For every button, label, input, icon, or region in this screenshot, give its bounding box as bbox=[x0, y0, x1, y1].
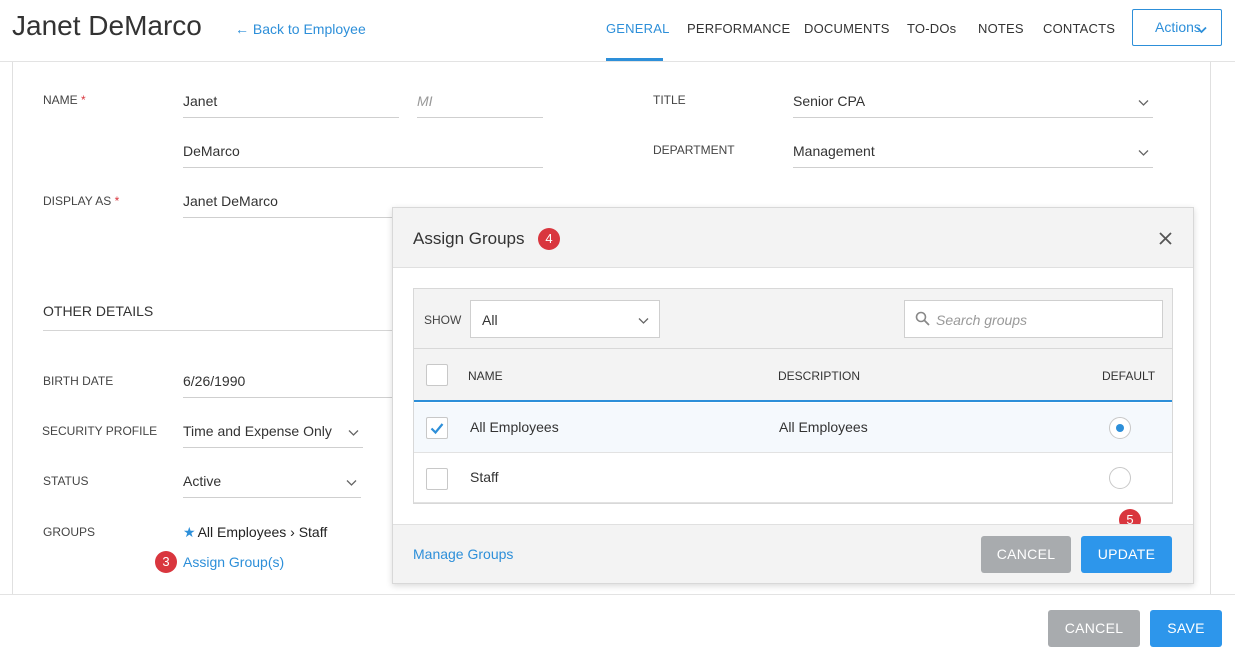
step-marker-4: 4 bbox=[538, 228, 560, 250]
show-filter-value: All bbox=[482, 312, 498, 328]
search-placeholder: Search groups bbox=[936, 312, 1028, 328]
groups-table-container: SHOW All Search groups NAME DESCRIPTION … bbox=[413, 288, 1173, 504]
tab-performance[interactable]: PERFORMANCE bbox=[687, 21, 790, 36]
close-icon[interactable] bbox=[1159, 228, 1172, 251]
assign-groups-link[interactable]: Assign Group(s) bbox=[183, 554, 284, 570]
back-to-employee-link[interactable]: ← Back to Employee bbox=[235, 21, 366, 37]
checkmark-icon bbox=[430, 423, 444, 435]
row-description: All Employees bbox=[779, 419, 868, 435]
select-all-checkbox[interactable] bbox=[426, 364, 448, 386]
middle-initial-field[interactable]: MI bbox=[417, 84, 543, 118]
department-label: DEPARTMENT bbox=[653, 143, 735, 157]
row-name: Staff bbox=[470, 469, 499, 485]
assign-groups-modal: Assign Groups 4 SHOW All Search groups N… bbox=[392, 207, 1194, 584]
tab-todos[interactable]: TO-DOs bbox=[907, 21, 956, 36]
birth-date-field[interactable]: 6/26/1990 bbox=[183, 364, 393, 398]
show-filter-select[interactable]: All bbox=[470, 300, 660, 338]
tab-documents[interactable]: DOCUMENTS bbox=[804, 21, 890, 36]
table-row[interactable]: Staff bbox=[414, 453, 1172, 503]
modal-header: Assign Groups 4 bbox=[393, 208, 1193, 268]
table-row[interactable]: All Employees All Employees bbox=[414, 403, 1172, 453]
groups-label: GROUPS bbox=[43, 525, 96, 539]
last-name-field[interactable]: DeMarco bbox=[183, 134, 543, 168]
row-name: All Employees bbox=[470, 419, 559, 435]
tab-contacts[interactable]: CONTACTS bbox=[1043, 21, 1115, 36]
back-link-label: Back to Employee bbox=[252, 21, 366, 37]
name-label: NAME * bbox=[43, 93, 86, 107]
table-header: NAME DESCRIPTION DEFAULT bbox=[414, 349, 1172, 402]
chevron-down-icon bbox=[1196, 21, 1207, 37]
birth-date-label: BIRTH DATE bbox=[43, 374, 114, 388]
modal-title: Assign Groups bbox=[413, 229, 525, 248]
chevron-down-icon bbox=[638, 312, 649, 328]
cancel-button[interactable]: CANCEL bbox=[1048, 610, 1140, 647]
security-profile-label: SECURITY PROFILE bbox=[42, 424, 158, 438]
display-as-field[interactable]: Janet DeMarco bbox=[183, 184, 393, 218]
title-select[interactable]: Senior CPA bbox=[793, 84, 1153, 118]
chevron-down-icon bbox=[1138, 144, 1149, 160]
display-as-label: DISPLAY AS * bbox=[43, 194, 120, 208]
search-icon bbox=[915, 311, 930, 329]
chevron-down-icon bbox=[1138, 94, 1149, 110]
search-groups-input[interactable]: Search groups bbox=[904, 300, 1163, 338]
show-label: SHOW bbox=[424, 313, 462, 327]
security-profile-select[interactable]: Time and Expense Only bbox=[183, 414, 363, 448]
actions-button[interactable]: Actions bbox=[1132, 9, 1222, 46]
column-header-name: NAME bbox=[468, 369, 503, 383]
default-radio[interactable] bbox=[1109, 467, 1131, 489]
department-select[interactable]: Management bbox=[793, 134, 1153, 168]
chevron-down-icon bbox=[348, 424, 359, 440]
tab-general[interactable]: GENERAL bbox=[606, 21, 670, 36]
page-title: Janet DeMarco bbox=[12, 10, 202, 41]
title-label: TITLE bbox=[653, 93, 686, 107]
row-checkbox[interactable] bbox=[426, 417, 448, 439]
column-header-default: DEFAULT bbox=[1102, 369, 1156, 383]
active-tab-indicator bbox=[606, 58, 663, 61]
step-marker-3: 3 bbox=[155, 551, 177, 573]
top-bar: Janet DeMarco ← Back to Employee GENERAL… bbox=[0, 0, 1235, 62]
security-profile-value: Time and Expense Only bbox=[183, 423, 332, 439]
status-select[interactable]: Active bbox=[183, 464, 361, 498]
groups-text: All Employees › Staff bbox=[197, 524, 328, 540]
title-value: Senior CPA bbox=[793, 93, 866, 109]
manage-groups-link[interactable]: Manage Groups bbox=[413, 546, 513, 562]
row-checkbox[interactable] bbox=[426, 468, 448, 490]
radio-selected-dot bbox=[1116, 424, 1124, 432]
back-arrow-icon: ← bbox=[235, 21, 249, 37]
groups-value: ★ All Employees › Staff bbox=[183, 524, 327, 541]
default-radio[interactable] bbox=[1109, 417, 1131, 439]
modal-footer: Manage Groups CANCEL UPDATE bbox=[393, 524, 1193, 583]
actions-label: Actions bbox=[1155, 19, 1201, 35]
save-button[interactable]: SAVE bbox=[1150, 610, 1222, 647]
update-button[interactable]: UPDATE bbox=[1081, 536, 1172, 573]
first-name-field[interactable]: Janet bbox=[183, 84, 399, 118]
section-divider bbox=[43, 330, 403, 331]
page-footer: CANCEL SAVE bbox=[0, 594, 1235, 657]
department-value: Management bbox=[793, 143, 875, 159]
filter-bar: SHOW All Search groups bbox=[414, 289, 1172, 349]
status-value: Active bbox=[183, 473, 222, 489]
modal-cancel-button[interactable]: CANCEL bbox=[981, 536, 1071, 573]
other-details-heading: OTHER DETAILS bbox=[43, 303, 154, 319]
column-header-description: DESCRIPTION bbox=[778, 369, 861, 383]
chevron-down-icon bbox=[346, 474, 357, 490]
star-icon: ★ bbox=[183, 524, 196, 540]
tab-notes[interactable]: NOTES bbox=[978, 21, 1024, 36]
status-label: STATUS bbox=[43, 474, 89, 488]
